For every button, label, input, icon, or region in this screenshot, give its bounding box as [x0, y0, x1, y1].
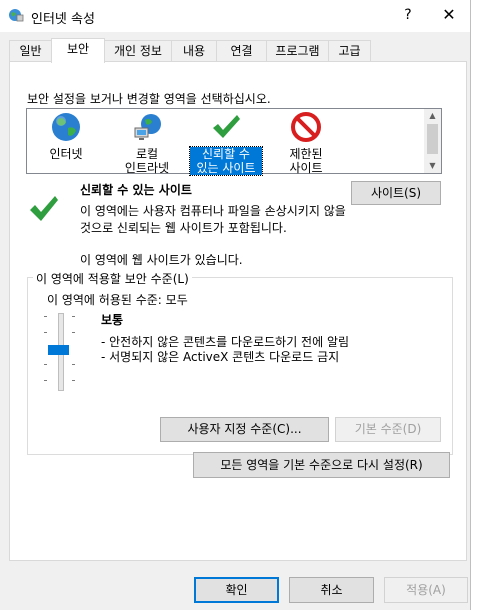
- selected-zone-note: 이 영역에 웹 사이트가 있습니다.: [80, 253, 243, 267]
- slider-tick: [44, 332, 47, 333]
- zone-list[interactable]: 인터넷 로컬 인트라넷 신뢰할 수 있는 사이트 제한된 사이트 ▲ ▼: [26, 108, 442, 176]
- cancel-button[interactable]: 취소: [289, 577, 374, 603]
- ok-button[interactable]: 확인: [194, 577, 279, 603]
- zone-instruction: 보안 설정을 보거나 변경할 영역을 선택하십시오.: [27, 92, 271, 106]
- internet-options-icon: [9, 9, 24, 22]
- level-item: - 안전하지 않은 콘텐츠를 다운로드하기 전에 알림: [101, 335, 350, 349]
- selected-zone-description: 이 영역에는 사용자 컴퓨터나 파일을 손상시키지 않을 것으로 신뢰되는 웹 …: [80, 204, 346, 235]
- zone-internet[interactable]: 인터넷: [30, 111, 102, 161]
- zone-list-scrollbar[interactable]: ▲ ▼: [424, 109, 441, 173]
- tab-general[interactable]: 일반: [9, 40, 52, 61]
- tab-privacy[interactable]: 개인 정보: [104, 40, 172, 61]
- selected-zone-title: 신뢰할 수 있는 사이트: [80, 183, 192, 197]
- zone-label: 로컬 인트라넷: [111, 147, 183, 175]
- window-title: 인터넷 속성: [31, 12, 95, 27]
- zone-label-line2: 인트라넷: [124, 161, 170, 175]
- slider-tick: [44, 364, 47, 365]
- slider-tick: [72, 332, 75, 333]
- zone-label-line1: 인터넷: [49, 147, 83, 161]
- zone-label: 신뢰할 수 있는 사이트: [189, 146, 263, 176]
- zone-label-line1: 신뢰할 수: [202, 147, 250, 161]
- sites-button[interactable]: 사이트(S): [351, 181, 441, 205]
- title-bar: 인터넷 속성 ? ✕: [0, 0, 470, 32]
- zone-restricted-sites[interactable]: 제한된 사이트: [270, 111, 342, 175]
- scroll-up-icon[interactable]: ▲: [424, 109, 441, 123]
- intranet-icon: [134, 114, 161, 140]
- close-button[interactable]: ✕: [436, 4, 462, 26]
- restricted-icon: [291, 112, 321, 142]
- default-level-button[interactable]: 기본 수준(D): [335, 417, 441, 442]
- tab-content[interactable]: 내용: [171, 40, 217, 61]
- zone-label-line2: 사이트: [289, 161, 323, 175]
- security-level-slider-thumb[interactable]: [48, 345, 69, 355]
- checkmark-icon: [213, 115, 240, 138]
- slider-tick: [72, 380, 75, 381]
- custom-level-button[interactable]: 사용자 지정 수준(C)...: [160, 417, 329, 442]
- zone-label-line1: 제한된: [289, 147, 323, 161]
- slider-tick: [72, 364, 75, 365]
- apply-button[interactable]: 적용(A): [384, 577, 468, 603]
- scroll-thumb[interactable]: [427, 124, 438, 154]
- zone-local-intranet[interactable]: 로컬 인트라넷: [111, 111, 183, 175]
- tab-programs[interactable]: 프로그램: [266, 40, 329, 61]
- internet-options-dialog: 인터넷 속성 ? ✕ 일반 보안 개인 정보 내용 연결 프로그램 고급 보안 …: [0, 0, 471, 610]
- zone-label: 인터넷: [30, 147, 102, 161]
- globe-icon: [52, 113, 80, 141]
- slider-tick: [44, 316, 47, 317]
- zone-label-line2: 있는 사이트: [196, 161, 256, 175]
- slider-tick: [44, 380, 47, 381]
- tab-advanced[interactable]: 고급: [328, 40, 371, 61]
- checkmark-icon: [30, 196, 58, 221]
- tab-security[interactable]: 보안: [51, 38, 105, 63]
- reset-all-zones-button[interactable]: 모든 영역을 기본 수준으로 다시 설정(R): [193, 452, 450, 478]
- security-level-name: 보통: [101, 313, 124, 327]
- security-level-description: - 안전하지 않은 콘텐츠를 다운로드하기 전에 알림 - 서명되지 않은 Ac…: [101, 335, 349, 365]
- allowed-levels-text: 이 영역에 허용된 수준: 모두: [47, 293, 188, 307]
- zone-label-line1: 로컬: [135, 147, 159, 161]
- help-button[interactable]: ?: [396, 4, 420, 26]
- security-tab-panel: 보안 설정을 보거나 변경할 영역을 선택하십시오. 인터넷 로컬 인트라넷 신…: [9, 61, 467, 561]
- zone-label: 제한된 사이트: [270, 147, 342, 175]
- security-level-group-label: 이 영역에 적용할 보안 수준(L): [33, 270, 192, 287]
- zone-trusted-sites[interactable]: 신뢰할 수 있는 사이트: [189, 111, 263, 176]
- scroll-down-icon[interactable]: ▼: [424, 159, 441, 173]
- level-item: - 서명되지 않은 ActiveX 콘텐츠 다운로드 금지: [101, 350, 340, 364]
- slider-tick: [72, 316, 75, 317]
- tab-connections[interactable]: 연결: [216, 40, 267, 61]
